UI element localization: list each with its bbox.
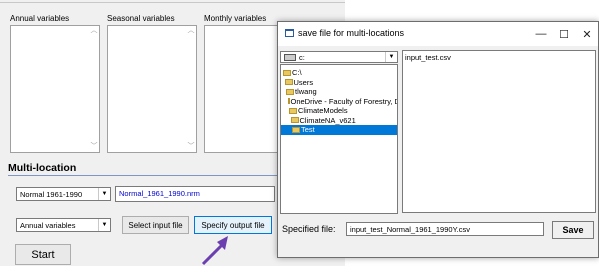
minimize-icon[interactable]: — — [530, 24, 552, 44]
app-window-icon — [285, 29, 294, 37]
folder-label: ClimateModels — [298, 106, 348, 116]
folder-icon — [287, 98, 290, 105]
scroll-up-icon[interactable]: ︿ — [89, 26, 99, 36]
folder-item[interactable]: tlwang — [281, 87, 397, 97]
close-icon[interactable]: ✕ — [576, 24, 598, 44]
folder-item[interactable]: C:\ — [281, 68, 397, 78]
scroll-up-icon[interactable]: ︿ — [186, 26, 196, 36]
top-divider — [0, 2, 345, 3]
specified-file-value: input_test_Normal_1961_1990Y.csv — [350, 225, 470, 234]
annual-list-scrollbar[interactable]: ︿ ﹀ — [89, 26, 99, 152]
folder-tree-rows: C:\ Users tlwang OneDrive - Faculty of Fore… — [281, 68, 397, 135]
normal-period-value: Normal 1961-1990 — [20, 189, 83, 199]
annual-variables-label: Annual variables — [10, 14, 70, 23]
variables-type-value: Annual variables — [20, 220, 76, 230]
file-item[interactable]: input_test.csv — [405, 53, 593, 62]
folder-label: Test — [301, 125, 315, 135]
drive-icon — [284, 53, 296, 61]
chevron-down-icon[interactable]: ▼ — [385, 52, 397, 62]
folder-item[interactable]: ClimateModels — [281, 106, 397, 116]
folder-label: tlwang — [295, 87, 317, 97]
folder-tree[interactable]: C:\ Users tlwang OneDrive - Faculty of Fore… — [280, 64, 398, 214]
folder-item[interactable]: ClimateNA_v621 — [281, 116, 397, 126]
dialog-title: save file for multi-locations — [298, 28, 405, 38]
scroll-down-icon[interactable]: ﹀ — [186, 142, 196, 152]
seasonal-variables-label: Seasonal variables — [107, 14, 175, 23]
file-list[interactable]: input_test.csv — [402, 50, 596, 213]
folder-icon — [283, 69, 291, 76]
specified-file-input[interactable]: input_test_Normal_1961_1990Y.csv — [346, 222, 544, 236]
drive-select[interactable]: c: ▼ — [280, 51, 398, 63]
scroll-down-icon[interactable]: ﹀ — [89, 142, 99, 152]
normal-file-field[interactable]: Normal_1961_1990.nrm — [115, 186, 275, 202]
save-button[interactable]: Save — [552, 221, 594, 239]
folder-item[interactable]: Users — [281, 78, 397, 88]
section-title-multi-location: Multi-location — [8, 162, 77, 174]
drive-value: c: — [299, 52, 305, 62]
variables-type-select[interactable]: Annual variables ▼ — [16, 218, 111, 232]
select-input-file-button[interactable]: Select input file — [122, 216, 189, 234]
chevron-down-icon[interactable]: ▼ — [98, 188, 110, 200]
folder-icon — [292, 126, 300, 133]
normal-period-select[interactable]: Normal 1961-1990 ▼ — [16, 187, 111, 201]
seasonal-variables-list[interactable]: ︿ ﹀ — [107, 25, 197, 153]
folder-label: C:\ — [292, 68, 302, 78]
folder-label: ClimateNA_v621 — [299, 115, 356, 125]
monthly-variables-list[interactable] — [204, 25, 284, 153]
normal-file-value: Normal_1961_1990.nrm — [119, 189, 200, 198]
folder-icon — [286, 88, 294, 95]
folder-label: Users — [293, 77, 314, 87]
start-button[interactable]: Start — [15, 244, 71, 265]
folder-label: OneDrive - Faculty of Forestry, De — [290, 96, 398, 106]
folder-item[interactable]: Test — [281, 125, 397, 135]
annual-variables-list[interactable]: ︿ ﹀ — [10, 25, 100, 153]
specified-file-label: Specified file: — [282, 224, 336, 234]
annotation-arrow-icon — [201, 236, 228, 266]
maximize-icon[interactable]: ☐ — [553, 24, 575, 44]
file-list-rows: input_test.csv — [405, 53, 593, 62]
monthly-variables-label: Monthly variables — [204, 14, 267, 23]
folder-item[interactable]: OneDrive - Faculty of Forestry, De — [281, 97, 397, 107]
seasonal-list-scrollbar[interactable]: ︿ ﹀ — [186, 26, 196, 152]
folder-icon — [290, 117, 299, 124]
folder-icon — [289, 107, 297, 114]
folder-icon — [284, 79, 293, 86]
chevron-down-icon[interactable]: ▼ — [98, 219, 110, 231]
